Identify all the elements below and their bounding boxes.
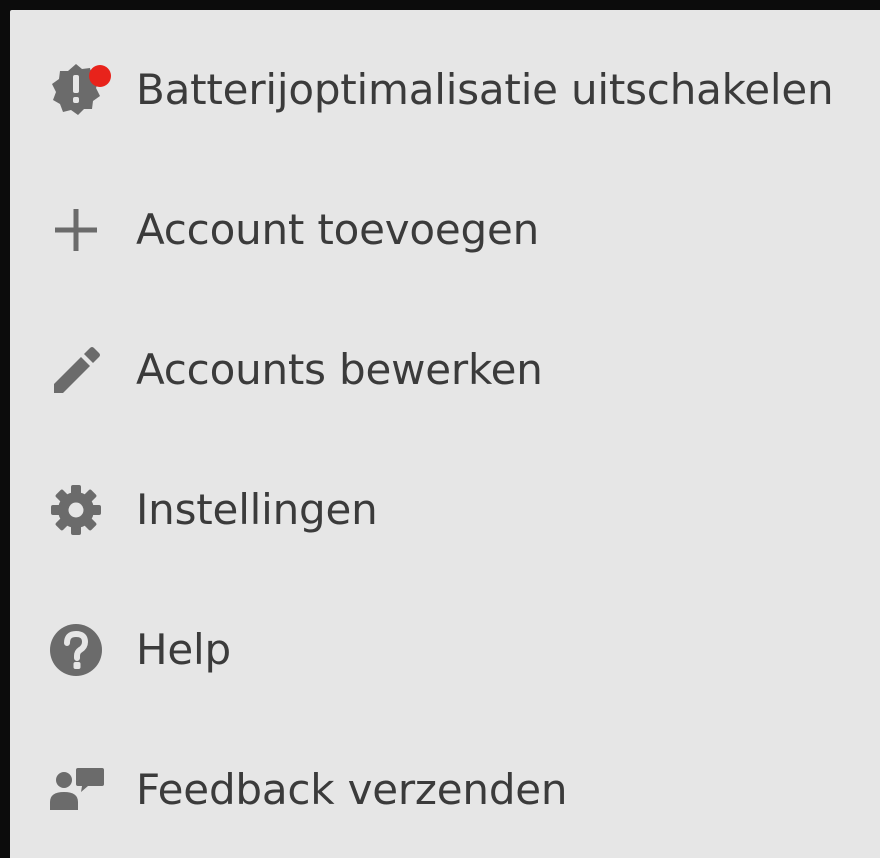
menu-item-disable-battery-optimization[interactable]: Batterijoptimalisatie uitschakelen <box>10 20 880 160</box>
plus-icon <box>46 200 106 260</box>
menu-item-label: Batterijoptimalisatie uitschakelen <box>136 65 834 114</box>
pencil-icon <box>46 340 106 400</box>
menu-item-edit-accounts[interactable]: Accounts bewerken <box>10 300 880 440</box>
notification-dot <box>89 65 111 87</box>
menu-item-label: Account toevoegen <box>136 205 540 254</box>
menu-item-label: Help <box>136 625 231 674</box>
menu-item-add-account[interactable]: Account toevoegen <box>10 160 880 300</box>
gear-icon <box>46 480 106 540</box>
menu-item-send-feedback[interactable]: Feedback verzenden <box>10 720 880 858</box>
feedback-icon <box>46 760 106 820</box>
menu-item-label: Accounts bewerken <box>136 345 543 394</box>
menu-item-label: Instellingen <box>136 485 378 534</box>
help-circle-icon <box>46 620 106 680</box>
menu-item-label: Feedback verzenden <box>136 765 568 814</box>
screen-frame: Batterijoptimalisatie uitschakelen Accou… <box>0 0 880 858</box>
overflow-menu: Batterijoptimalisatie uitschakelen Accou… <box>10 10 880 858</box>
menu-item-help[interactable]: Help <box>10 580 880 720</box>
menu-item-settings[interactable]: Instellingen <box>10 440 880 580</box>
